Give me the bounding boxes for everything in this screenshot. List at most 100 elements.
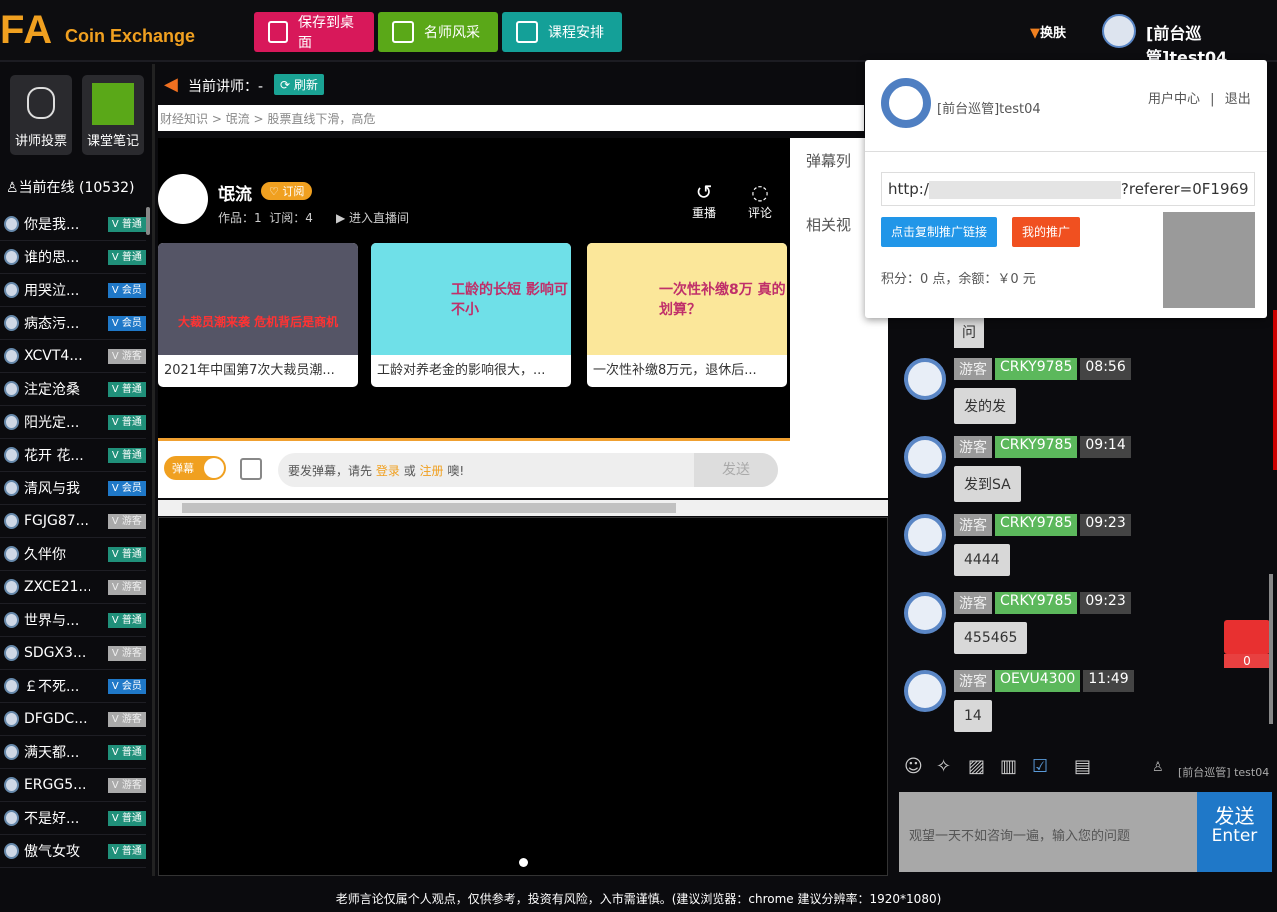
online-user[interactable]: SDGX3... V 游客 xyxy=(0,637,146,670)
schedule-button[interactable]: 课程安排 xyxy=(502,12,622,52)
timestamp: 09:23 xyxy=(1080,592,1131,614)
video-card[interactable]: 工龄的长短 影响可不小 工龄对养老金的影响很大，... xyxy=(371,243,571,387)
red-packet[interactable]: 0 xyxy=(1224,620,1270,674)
magic-wand-icon[interactable]: ✧ xyxy=(936,756,951,777)
chat-bubble: 发的发 xyxy=(954,388,1016,424)
collapse-tab[interactable] xyxy=(1273,310,1277,470)
online-user[interactable]: 你是我... V 普通 xyxy=(0,208,146,241)
online-user[interactable]: 不是好... V 普通 xyxy=(0,802,146,835)
send-button[interactable]: 发送 Enter xyxy=(1197,792,1272,872)
teacher-vote-button[interactable]: 讲师投票 xyxy=(10,75,72,155)
online-user[interactable]: XCVT4... V 游客 xyxy=(0,340,146,373)
online-user[interactable]: 久伴你 V 普通 xyxy=(0,538,146,571)
user-name: 久伴你 xyxy=(23,547,66,563)
user-avatar xyxy=(4,843,19,859)
role-badge: V 会员 xyxy=(107,480,146,496)
role: 游客 xyxy=(121,713,142,725)
user-name: FGJG87... xyxy=(23,513,89,529)
online-count: ♙当前在线 (10532) xyxy=(6,177,134,197)
user-list: 你是我... V 普通 谁的思... V 普通 用哭泣... V 会员 病态污... V 会员… xyxy=(0,208,146,868)
scroll-thumb[interactable] xyxy=(182,503,676,513)
role-badge: V 普通 xyxy=(107,612,146,628)
carousel-dot[interactable] xyxy=(519,858,528,867)
checkbox-icon[interactable]: ☑ xyxy=(1032,756,1048,777)
referral-link-field[interactable]: http:/ ?referer=0F1969 xyxy=(881,172,1255,206)
register-link[interactable]: 注册 xyxy=(420,464,444,478)
logo: FA xyxy=(0,8,54,52)
chat-bubble: 4444 xyxy=(954,544,1010,576)
video-card[interactable]: 大裁员潮来袭 危机背后是商机 2021年中国第7次大裁员潮... xyxy=(158,243,358,387)
image-icon[interactable]: ▨ xyxy=(968,756,985,777)
channel-panel: 氓流 ♡ 订阅 作品：1 订阅：4 ▶ 进入直播间 ↺ 重播 ◌ 评论 大裁员潮来袭… xyxy=(158,138,790,438)
role: 游客 xyxy=(121,647,142,659)
online-user[interactable]: ￡不死... V 会员 xyxy=(0,670,146,703)
footer-disclaimer: 老师言论仅属个人观点，仅供参考，投资有风险，入市需谨慎。(建议浏览器：chrom… xyxy=(0,878,1277,912)
class-notes-button[interactable]: 课堂笔记 xyxy=(82,75,144,155)
danmu-input[interactable]: 要发弹幕，请先 登录 或 注册 噢! 发送 xyxy=(278,453,778,487)
subscribe-button[interactable]: ♡ 订阅 xyxy=(261,182,313,200)
notes-icon[interactable]: ▤ xyxy=(1074,756,1091,777)
video-player[interactable] xyxy=(158,517,888,876)
comment-button[interactable]: ◌ 评论 xyxy=(748,180,772,221)
online-user[interactable]: 注定沧桑 V 普通 xyxy=(0,373,146,406)
link-end: ?referer=0F1969 xyxy=(1120,180,1249,198)
download-icon xyxy=(268,21,288,43)
danmu-settings-icon[interactable] xyxy=(240,458,262,480)
online-user[interactable]: 满天都... V 普通 xyxy=(0,736,146,769)
sender-name[interactable]: CRKY9785 xyxy=(995,436,1078,458)
label: 重播 xyxy=(692,206,717,220)
sender-name[interactable]: CRKY9785 xyxy=(995,592,1078,614)
role: 游客 xyxy=(121,581,142,593)
chat-scrollbar[interactable] xyxy=(1269,574,1273,724)
avatar xyxy=(904,514,946,556)
label: 讲师投票 xyxy=(14,134,67,149)
sender-name[interactable]: OEVU4300 xyxy=(995,670,1081,692)
label: 刷新 xyxy=(293,78,318,92)
online-user[interactable]: 谁的思... V 普通 xyxy=(0,241,146,274)
skin-button[interactable]: ▼换肤 xyxy=(1030,22,1066,41)
online-user[interactable]: ERGG5... V 游客 xyxy=(0,769,146,802)
online-user[interactable]: 世界与... V 普通 xyxy=(0,604,146,637)
online-user[interactable]: DFGDC... V 游客 xyxy=(0,703,146,736)
user-name: 满天都... xyxy=(23,745,80,761)
chat-input[interactable]: 观望一天不如咨询一遍，输入您的问题 xyxy=(899,792,1197,872)
breadcrumb: 财经知识 > 氓流 > 股票直线下滑，高危 xyxy=(158,105,864,131)
role-badge: V 普通 xyxy=(107,249,146,265)
avatar[interactable] xyxy=(1102,14,1136,48)
online-user[interactable]: 阳光定... V 普通 xyxy=(0,406,146,439)
sender-name[interactable]: CRKY9785 xyxy=(995,358,1078,380)
danmu-send-button[interactable]: 发送 xyxy=(694,453,778,487)
refresh-button[interactable]: ⟳ 刷新 xyxy=(274,74,324,95)
user-avatar xyxy=(4,678,19,694)
sub-label: Enter xyxy=(1211,826,1258,846)
shirt-icon: ▼ xyxy=(1030,26,1040,41)
copy-link-button[interactable]: 点击复制推广链接 xyxy=(881,217,997,247)
online-user[interactable]: FGJG87... V 游客 xyxy=(0,505,146,538)
login-link[interactable]: 登录 xyxy=(376,464,400,478)
role-badge: 游客 xyxy=(954,358,992,380)
scrollbar[interactable] xyxy=(146,207,150,235)
replay-button[interactable]: ↺ 重播 xyxy=(692,180,716,221)
trash-icon[interactable]: ▥ xyxy=(1000,756,1017,777)
horizontal-scrollbar[interactable] xyxy=(158,500,888,516)
online-user[interactable]: 清风与我 V 会员 xyxy=(0,472,146,505)
teachers-button[interactable]: 名师风采 xyxy=(378,12,498,52)
danmu-toggle[interactable]: 弹幕 xyxy=(164,456,226,480)
role-badge: V 普通 xyxy=(107,744,146,760)
user-center-link[interactable]: 用户中心 xyxy=(1148,92,1200,107)
emoji-icon[interactable]: ☺ xyxy=(904,756,923,777)
logout-link[interactable]: 退出 xyxy=(1225,92,1251,107)
save-desktop-button[interactable]: 保存到桌面 xyxy=(254,12,374,52)
sender-name[interactable]: CRKY9785 xyxy=(995,514,1078,536)
online-user[interactable]: 病态污... V 会员 xyxy=(0,307,146,340)
online-user[interactable]: 花开 花... V 普通 xyxy=(0,439,146,472)
online-user[interactable]: 用哭泣... V 会员 xyxy=(0,274,146,307)
online-user[interactable]: 傲气女攻 V 普通 xyxy=(0,835,146,868)
user-name: SDGX3... xyxy=(23,645,87,661)
self-name: [前台巡管] test04 xyxy=(1178,766,1270,779)
role: 会员 xyxy=(121,482,142,494)
video-card[interactable]: 一次性补缴8万 真的划算？ 一次性补缴8万元，退休后... xyxy=(587,243,787,387)
online-user[interactable]: ZXCE21... V 游客 xyxy=(0,571,146,604)
my-promotion-button[interactable]: 我的推广 xyxy=(1012,217,1080,247)
enter-live-link[interactable]: ▶ 进入直播间 xyxy=(336,209,409,226)
